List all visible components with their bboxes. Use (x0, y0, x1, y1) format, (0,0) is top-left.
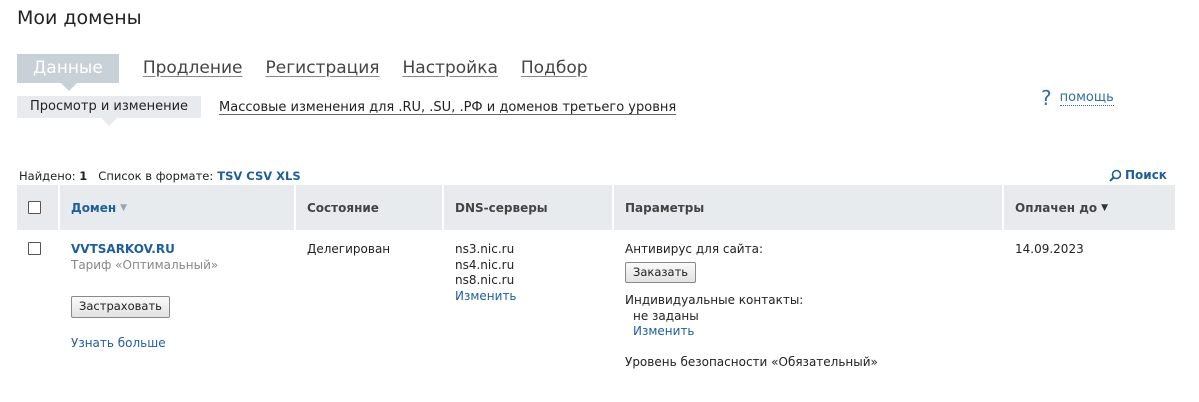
contacts-value: не заданы (633, 308, 699, 323)
help-label: помощь (1059, 90, 1114, 106)
order-antivirus-button[interactable]: Заказать (625, 261, 697, 283)
found-label: Найдено: (19, 169, 76, 183)
domain-cell: VVTSARKOV.RU Тариф «Оптимальный» Застрах… (60, 242, 296, 370)
header-select-cell (17, 185, 60, 230)
tab-renewal[interactable]: Продление (143, 58, 243, 78)
row-select-cell (17, 242, 60, 370)
subtab-view-edit[interactable]: Просмотр и изменение (17, 96, 202, 126)
learn-more-link[interactable]: Узнать больше (71, 336, 166, 350)
format-csv-link[interactable]: CSV (246, 169, 272, 183)
table-header: Домен ▼ Состояние DNS-серверы Параметры … (17, 185, 1175, 230)
main-tabs: Данные Продление Регистрация Настройка П… (17, 53, 611, 91)
select-all-checkbox[interactable] (28, 201, 41, 214)
insure-button[interactable]: Застраховать (71, 296, 170, 318)
format-tsv-link[interactable]: TSV (217, 169, 242, 183)
format-label: Список в формате: (98, 169, 214, 183)
contacts-label: Индивидуальные контакты: (625, 293, 804, 307)
sub-tabs: Просмотр и изменение Массовые изменения … (17, 96, 676, 126)
header-state: Состояние (296, 185, 444, 230)
help-link[interactable]: ? помощь (1041, 86, 1114, 110)
dns-change-link[interactable]: Изменить (455, 289, 517, 303)
antivirus-label: Антивирус для сайта: (625, 242, 763, 256)
list-info-bar: Найдено: 1 Список в формате: TSV CSV XLS (19, 169, 301, 183)
sort-down-icon: ▼ (1101, 202, 1109, 213)
state-cell: Делегирован (307, 242, 391, 256)
format-xls-link[interactable]: XLS (276, 169, 300, 183)
found-count: 1 (79, 169, 88, 183)
tab-data[interactable]: Данные (17, 53, 119, 91)
header-paid-until[interactable]: Оплачен до ▼ (1004, 185, 1175, 230)
search-label: Поиск (1125, 168, 1167, 182)
help-icon: ? (1041, 86, 1052, 110)
domains-table: Домен ▼ Состояние DNS-серверы Параметры … (17, 185, 1175, 370)
domain-link[interactable]: VVTSARKOV.RU (71, 242, 296, 258)
dns-server: ns4.nic.ru (455, 257, 515, 272)
contacts-change-link[interactable]: Изменить (625, 324, 1004, 340)
header-domain-label: Домен (71, 200, 117, 215)
header-domain[interactable]: Домен ▼ (60, 185, 296, 230)
tab-registration[interactable]: Регистрация (266, 58, 380, 78)
header-paid-until-label: Оплачен до (1015, 200, 1098, 215)
search-link[interactable]: Поиск (1109, 168, 1167, 182)
header-dns: DNS-серверы (444, 185, 614, 230)
paid-until-cell: 14.09.2023 (1015, 242, 1084, 256)
dns-server: ns8.nic.ru (455, 273, 515, 287)
row-checkbox[interactable] (28, 242, 41, 255)
subtab-bulk-changes[interactable]: Массовые изменения для .RU, .SU, .РФ и д… (219, 100, 676, 115)
params-cell: Антивирус для сайта: Заказать Индивидуал… (614, 242, 1004, 370)
sort-down-icon: ▼ (120, 202, 128, 213)
dns-cell: ns3.nic.ru ns4.nic.ru ns8.nic.ru Изменит… (444, 242, 614, 370)
tab-selection[interactable]: Подбор (521, 58, 588, 78)
search-icon (1109, 169, 1122, 182)
header-params: Параметры (614, 185, 1004, 230)
tab-settings[interactable]: Настройка (403, 58, 498, 78)
tariff-label: Тариф «Оптимальный» (71, 257, 219, 272)
page-title: Мои домены (17, 7, 142, 29)
dns-server: ns3.nic.ru (455, 242, 515, 256)
security-level: Уровень безопасности «Обязательный» (625, 354, 878, 369)
table-row: VVTSARKOV.RU Тариф «Оптимальный» Застрах… (17, 230, 1175, 370)
